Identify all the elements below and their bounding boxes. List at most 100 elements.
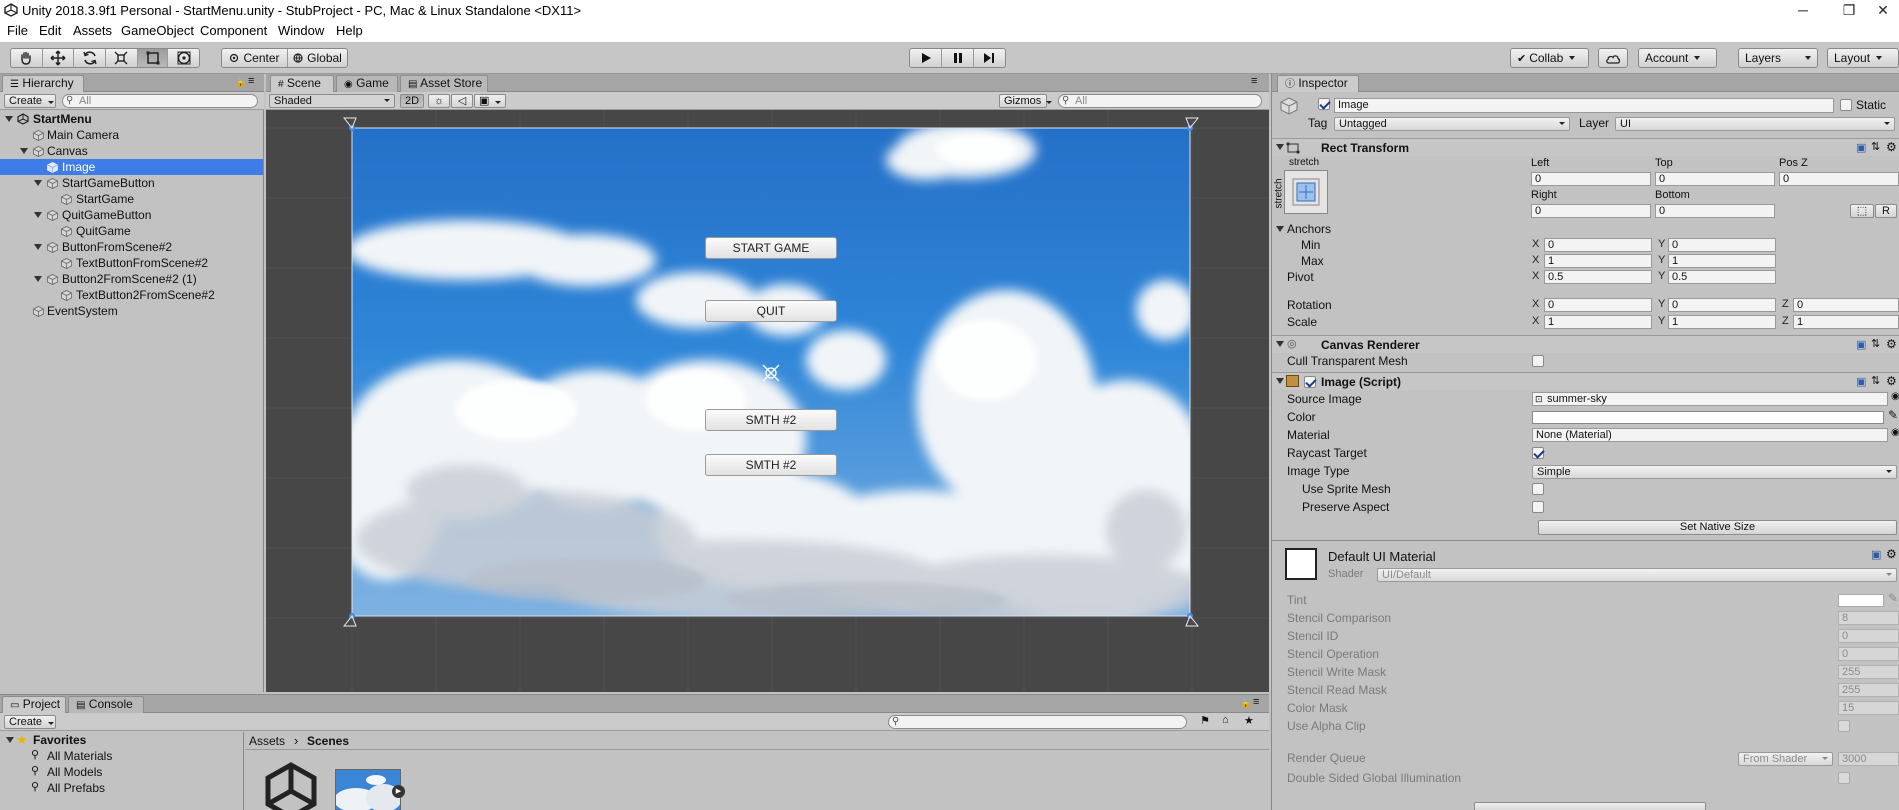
menu-gameobject[interactable]: GameObject — [121, 23, 194, 38]
object-picker-icon[interactable]: ◉ — [1891, 427, 1899, 438]
effects-dropdown[interactable]: ▣ — [474, 94, 506, 108]
menu-file[interactable]: File — [7, 23, 28, 38]
tint-swatch[interactable] — [1838, 594, 1884, 607]
favorite-star-icon[interactable]: ★ — [1244, 714, 1254, 727]
pivot-center-button[interactable]: Center — [222, 49, 288, 67]
tab-hierarchy[interactable]: ☰ Hierarchy — [2, 75, 84, 92]
use-sprite-mesh-checkbox[interactable] — [1532, 483, 1544, 495]
filter-type-icon[interactable]: ⚑ — [1200, 714, 1210, 727]
hand-tool-button[interactable] — [11, 49, 43, 67]
tab-inspector[interactable]: ⓘ Inspector — [1277, 75, 1359, 92]
pause-button[interactable] — [942, 49, 974, 67]
use-alpha-clip-checkbox[interactable] — [1838, 720, 1850, 732]
breadcrumb-assets[interactable]: Assets — [249, 734, 285, 748]
play-badge-icon[interactable]: ▶ — [392, 785, 405, 798]
minimize-button[interactable]: ─ — [1788, 1, 1818, 19]
anchors-fold-icon[interactable] — [1276, 226, 1284, 232]
fav-all-models[interactable]: All Models — [47, 765, 102, 779]
collab-button[interactable]: ✔ Collab — [1510, 48, 1589, 68]
menu-assets[interactable]: Assets — [73, 23, 112, 38]
image-enabled-checkbox[interactable] — [1304, 376, 1316, 388]
layer-dropdown[interactable]: UI — [1615, 117, 1895, 131]
gear-icon[interactable]: ⚙ — [1886, 547, 1897, 561]
hierarchy-item-buttonfromscene2[interactable]: ButtonFromScene#2 — [0, 239, 263, 255]
scene-ui-button-smth-1[interactable]: SMTH #2 — [705, 409, 837, 431]
top-field[interactable]: 0 — [1655, 172, 1775, 186]
stencil-id-field[interactable]: 0 — [1838, 629, 1899, 643]
preserve-aspect-checkbox[interactable] — [1532, 501, 1544, 513]
create-button[interactable]: Create — [4, 94, 56, 108]
help-icon[interactable]: ▣ — [1856, 375, 1866, 388]
maximize-button[interactable]: ❐ — [1834, 1, 1864, 19]
rotation-x-field[interactable]: 0 — [1544, 298, 1652, 312]
pivot-y-field[interactable]: 0.5 — [1668, 270, 1776, 284]
account-dropdown[interactable]: Account — [1638, 48, 1717, 68]
help-icon[interactable]: ▣ — [1856, 141, 1866, 154]
panel-menu-icon[interactable]: ≡ — [1253, 696, 1259, 708]
shader-dropdown[interactable]: UI/Default — [1377, 568, 1897, 582]
add-component-button[interactable] — [1474, 802, 1706, 810]
right-field[interactable]: 0 — [1531, 204, 1651, 218]
hierarchy-item-eventsystem[interactable]: EventSystem — [0, 303, 263, 319]
scale-y-field[interactable]: 1 — [1668, 315, 1776, 329]
anchor-max-x-field[interactable]: 1 — [1544, 254, 1652, 268]
blueprint-mode-button[interactable]: ⬚ — [1850, 204, 1874, 218]
shading-dropdown[interactable]: Shaded — [269, 94, 395, 108]
preset-icon[interactable]: ⇅ — [1871, 374, 1880, 387]
tab-scene[interactable]: # Scene — [270, 75, 334, 92]
source-image-field[interactable]: ⊡ summer-sky — [1532, 392, 1888, 406]
scene-search-input[interactable]: ⚲ All — [1058, 94, 1262, 108]
static-checkbox[interactable] — [1840, 99, 1852, 111]
play-button[interactable] — [910, 49, 943, 67]
hierarchy-item-startgame[interactable]: StartGame — [0, 191, 263, 207]
tab-asset-store[interactable]: ▤ Asset Store — [400, 75, 488, 92]
cull-transparent-checkbox[interactable] — [1532, 355, 1544, 367]
anchor-min-x-field[interactable]: 0 — [1544, 238, 1652, 252]
canvas-renderer-header[interactable]: ◎ Canvas Renderer ▣ ⇅ ⚙ — [1272, 335, 1899, 353]
lock-icon[interactable]: 🔒 — [1240, 698, 1251, 709]
stencil-read-mask-field[interactable]: 255 — [1838, 683, 1899, 697]
breadcrumb-scenes[interactable]: Scenes — [307, 734, 349, 748]
menu-component[interactable]: Component — [200, 23, 267, 38]
scale-z-field[interactable]: 1 — [1793, 315, 1899, 329]
rect-tool-button[interactable] — [137, 49, 169, 67]
anchor-max-y-field[interactable]: 1 — [1668, 254, 1776, 268]
eyedropper-icon[interactable]: ✎ — [1888, 591, 1898, 605]
set-native-size-button[interactable]: Set Native Size — [1538, 520, 1897, 535]
scale-tool-button[interactable] — [106, 49, 138, 67]
help-icon[interactable]: ▣ — [1871, 548, 1881, 561]
tab-project[interactable]: ▭ Project — [2, 696, 66, 713]
raw-edit-button[interactable]: R — [1875, 204, 1897, 218]
rotation-y-field[interactable]: 0 — [1668, 298, 1776, 312]
tab-game[interactable]: ◉ Game — [336, 75, 398, 92]
active-checkbox[interactable] — [1318, 98, 1330, 110]
filter-label-icon[interactable]: ⌂ — [1222, 714, 1229, 726]
project-search-input[interactable]: ⚲ — [888, 715, 1187, 729]
material-field[interactable]: None (Material) — [1532, 428, 1888, 442]
render-queue-field[interactable]: 3000 — [1838, 752, 1899, 766]
image-type-dropdown[interactable]: Simple — [1532, 465, 1897, 479]
layers-dropdown[interactable]: Layers — [1738, 48, 1818, 68]
raycast-target-checkbox[interactable] — [1532, 447, 1544, 459]
stencil-comparison-field[interactable]: 8 — [1838, 611, 1899, 625]
hierarchy-search-input[interactable]: ⚲ All — [62, 94, 258, 108]
color-mask-field[interactable]: 15 — [1838, 701, 1899, 715]
fav-all-prefabs[interactable]: All Prefabs — [47, 781, 105, 795]
expand-arrow-icon[interactable] — [34, 212, 42, 218]
gear-icon[interactable]: ⚙ — [1886, 374, 1897, 388]
posz-field[interactable]: 0 — [1779, 172, 1899, 186]
expand-arrow-icon[interactable] — [34, 244, 42, 250]
anchor-min-y-field[interactable]: 0 — [1668, 238, 1776, 252]
menu-window[interactable]: Window — [278, 23, 324, 38]
lock-icon[interactable]: 🔒 — [235, 77, 246, 88]
rotate-tool-button[interactable] — [74, 49, 107, 67]
cloud-button[interactable] — [1598, 48, 1628, 68]
scale-x-field[interactable]: 1 — [1544, 315, 1652, 329]
preset-icon[interactable]: ⇅ — [1871, 337, 1880, 350]
help-icon[interactable]: ▣ — [1856, 338, 1866, 351]
panel-menu-icon[interactable]: ≡ — [1251, 75, 1257, 87]
hierarchy-item-quitgame[interactable]: QuitGame — [0, 223, 263, 239]
transform-tool-button[interactable] — [168, 49, 199, 67]
layout-dropdown[interactable]: Layout — [1827, 48, 1899, 68]
expand-arrow-icon[interactable] — [34, 180, 42, 186]
